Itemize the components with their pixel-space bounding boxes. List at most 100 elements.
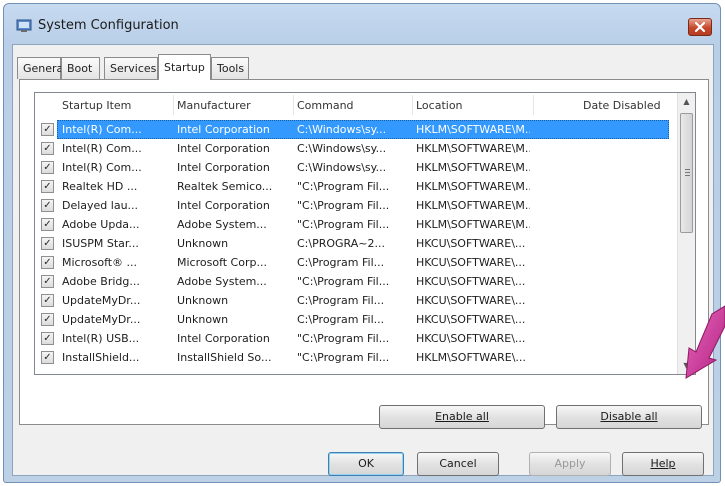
cell-command: "C:\Program Fil... xyxy=(297,180,390,193)
scroll-up-arrow-icon[interactable]: ▲ xyxy=(678,93,695,110)
cell-item: InstallShield... xyxy=(62,351,140,364)
tab-tools[interactable]: Tools xyxy=(211,57,249,79)
cell-location: HKLM\SOFTWARE\M... xyxy=(416,218,530,231)
check-icon: ✓ xyxy=(43,333,52,344)
check-icon: ✓ xyxy=(43,257,52,268)
startup-item-checkbox[interactable]: ✓ xyxy=(41,218,54,231)
startup-item-checkbox[interactable]: ✓ xyxy=(41,256,54,269)
cell-location: HKLM\SOFTWARE\M... xyxy=(416,161,530,174)
title-bar[interactable]: System Configuration xyxy=(4,4,720,44)
check-icon: ✓ xyxy=(43,162,52,173)
cell-manufacturer: Adobe System... xyxy=(177,218,267,231)
grip-line xyxy=(685,169,690,170)
tab-startup[interactable]: Startup xyxy=(158,54,211,80)
scrollbar-thumb[interactable] xyxy=(680,113,693,233)
startup-item-checkbox[interactable]: ✓ xyxy=(41,313,54,326)
tab-general[interactable]: General xyxy=(17,57,66,79)
list-item[interactable]: ✓ UpdateMyDr... Unknown C:\Program Fil... HK… xyxy=(35,310,671,329)
cell-location: HKCU\SOFTWARE\... xyxy=(416,256,526,269)
close-button[interactable] xyxy=(688,18,712,36)
column-divider[interactable] xyxy=(533,95,534,115)
cell-command: C:\PROGRA~2... xyxy=(297,237,385,250)
startup-item-checkbox[interactable]: ✓ xyxy=(41,142,54,155)
startup-item-checkbox[interactable]: ✓ xyxy=(41,294,54,307)
help-label: Help xyxy=(650,457,676,470)
pointer-arrow-icon xyxy=(685,305,725,379)
dialog-client-area: General Boot Services Startup Tools Star… xyxy=(12,44,714,476)
startup-item-checkbox[interactable]: ✓ xyxy=(41,275,54,288)
check-icon: ✓ xyxy=(43,295,52,306)
check-icon: ✓ xyxy=(43,238,52,249)
grip-line xyxy=(685,175,690,176)
enable-all-label: Enable all xyxy=(435,410,489,423)
check-icon: ✓ xyxy=(43,143,52,154)
help-button[interactable]: Help xyxy=(622,452,704,476)
list-item[interactable]: ✓ Delayed lau... Intel Corporation "C:\Prog… xyxy=(35,196,671,215)
cell-item: Realtek HD ... xyxy=(62,180,138,193)
list-item[interactable]: ✓ ISUSPM Star... Unknown C:\PROGRA~2... HKCU… xyxy=(35,234,671,253)
cell-command: "C:\Program Fil... xyxy=(297,199,390,212)
column-header-startup-item[interactable]: Startup Item xyxy=(62,99,131,112)
cell-item: Intel(R) Com... xyxy=(62,142,142,155)
tab-boot[interactable]: Boot xyxy=(61,57,100,79)
check-icon: ✓ xyxy=(43,219,52,230)
cell-item: ISUSPM Star... xyxy=(62,237,139,250)
cell-location: HKCU\SOFTWARE\... xyxy=(416,332,526,345)
disable-all-button[interactable]: Disable all xyxy=(556,405,702,429)
startup-items-list[interactable]: Startup Item Manufacturer Command Locati… xyxy=(34,92,696,375)
cell-manufacturer: Intel Corporation xyxy=(177,332,270,345)
list-item[interactable]: ✓ Intel(R) USB... Intel Corporation "C:\Pro… xyxy=(35,329,671,348)
startup-item-checkbox[interactable]: ✓ xyxy=(41,180,54,193)
cell-command: C:\Windows\sy... xyxy=(297,123,387,136)
cancel-button[interactable]: Cancel xyxy=(417,452,499,476)
list-item[interactable]: ✓ Intel(R) Com... Intel Corporation C:\Wind… xyxy=(35,120,671,139)
cell-location: HKLM\SOFTWARE\M... xyxy=(416,142,530,155)
list-item[interactable]: ✓ Microsoft® ... Microsoft Corp... C:\Progr… xyxy=(35,253,671,272)
cell-manufacturer: Unknown xyxy=(177,237,229,250)
window-title: System Configuration xyxy=(38,18,179,33)
startup-item-checkbox[interactable]: ✓ xyxy=(41,161,54,174)
cell-location: HKLM\SOFTWARE\M... xyxy=(416,199,530,212)
check-icon: ✓ xyxy=(43,352,52,363)
apply-button[interactable]: Apply xyxy=(529,452,611,476)
column-header-date-disabled[interactable]: Date Disabled xyxy=(583,99,661,112)
list-item[interactable]: ✓ InstallShield... InstallShield So... "C:\… xyxy=(35,348,671,367)
close-icon xyxy=(694,21,706,33)
cell-manufacturer: Microsoft Corp... xyxy=(177,256,267,269)
cell-manufacturer: Intel Corporation xyxy=(177,161,270,174)
column-header-manufacturer[interactable]: Manufacturer xyxy=(177,99,251,112)
cell-command: C:\Windows\sy... xyxy=(297,161,387,174)
startup-item-checkbox[interactable]: ✓ xyxy=(41,123,54,136)
cell-location: HKLM\SOFTWARE\... xyxy=(416,351,526,364)
list-rows: ✓ Intel(R) Com... Intel Corporation C:\Wind… xyxy=(35,120,671,367)
system-configuration-window: System Configuration General Boot Servic… xyxy=(3,3,721,483)
column-header-command[interactable]: Command xyxy=(297,99,354,112)
ok-button[interactable]: OK xyxy=(328,452,404,476)
list-item[interactable]: ✓ Realtek HD ... Realtek Semico... "C:\Prog… xyxy=(35,177,671,196)
cell-location: HKCU\SOFTWARE\... xyxy=(416,275,526,288)
list-item[interactable]: ✓ Intel(R) Com... Intel Corporation C:\Wind… xyxy=(35,139,671,158)
tab-services[interactable]: Services xyxy=(104,57,158,79)
grip-line xyxy=(685,172,690,173)
list-item[interactable]: ✓ Adobe Bridg... Adobe System... "C:\Progra… xyxy=(35,272,671,291)
startup-item-checkbox[interactable]: ✓ xyxy=(41,351,54,364)
cell-command: C:\Program Fil... xyxy=(297,313,385,326)
cell-item: Intel(R) Com... xyxy=(62,161,142,174)
startup-item-checkbox[interactable]: ✓ xyxy=(41,199,54,212)
column-divider[interactable] xyxy=(173,95,174,115)
enable-all-button[interactable]: Enable all xyxy=(379,405,545,429)
list-item[interactable]: ✓ Intel(R) Com... Intel Corporation C:\Wind… xyxy=(35,158,671,177)
startup-item-checkbox[interactable]: ✓ xyxy=(41,332,54,345)
list-item[interactable]: ✓ Adobe Upda... Adobe System... "C:\Program… xyxy=(35,215,671,234)
column-header-location[interactable]: Location xyxy=(416,99,463,112)
cell-location: HKLM\SOFTWARE\M... xyxy=(416,180,530,193)
startup-item-checkbox[interactable]: ✓ xyxy=(41,237,54,250)
column-divider[interactable] xyxy=(293,95,294,115)
cell-manufacturer: Intel Corporation xyxy=(177,142,270,155)
check-icon: ✓ xyxy=(43,200,52,211)
column-divider[interactable] xyxy=(412,95,413,115)
cell-manufacturer: Unknown xyxy=(177,294,229,307)
list-item[interactable]: ✓ UpdateMyDr... Unknown C:\Program Fil... HK… xyxy=(35,291,671,310)
system-config-icon xyxy=(16,19,32,32)
cell-location: HKCU\SOFTWARE\... xyxy=(416,313,526,326)
